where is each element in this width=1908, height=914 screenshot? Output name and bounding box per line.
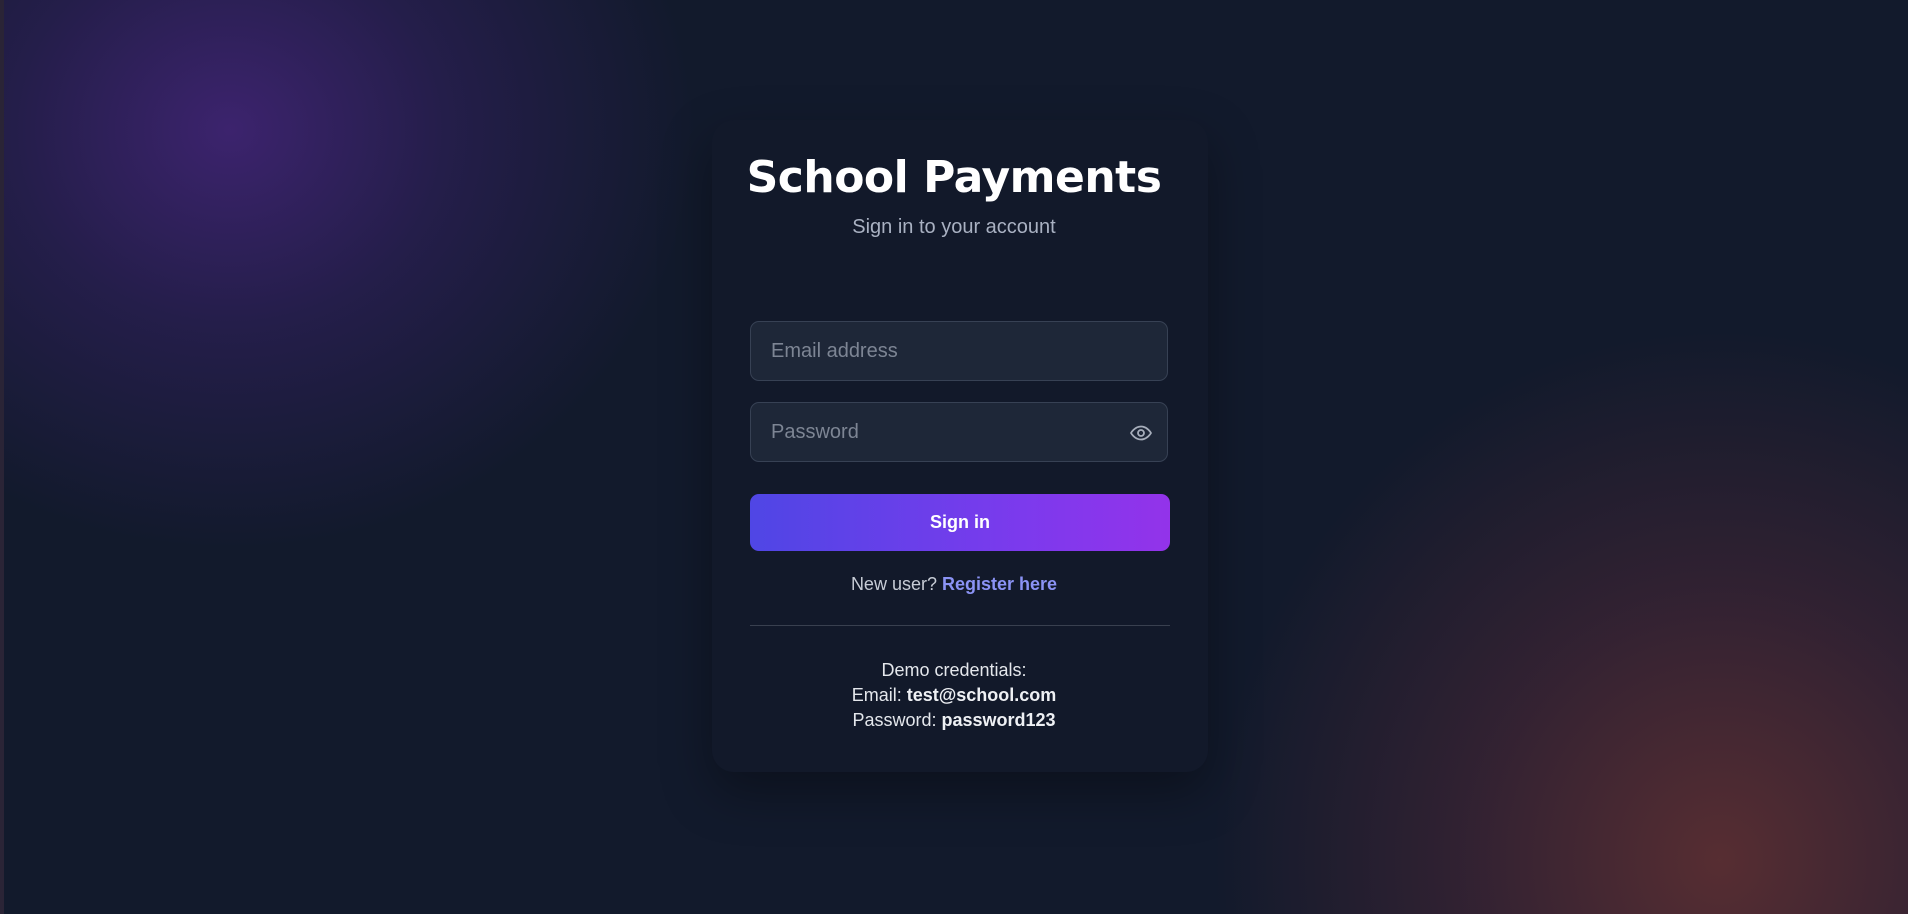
demo-email-line: Email: test@school.com (0, 683, 1908, 708)
password-field-container (750, 402, 1168, 462)
email-field-container (750, 321, 1168, 381)
demo-email-label: Email: (851, 685, 902, 705)
register-link[interactable]: Register here (942, 574, 1057, 594)
demo-password-label: Password: (852, 710, 937, 730)
page-title: School Payments (746, 152, 1162, 203)
register-prompt: New user? Register here (0, 572, 1908, 596)
window-edge (0, 0, 4, 914)
email-field[interactable] (751, 322, 1167, 380)
register-prompt-text: New user? (850, 574, 937, 594)
demo-credentials: Demo credentials: Email: test@school.com… (0, 658, 1908, 733)
demo-heading: Demo credentials: (881, 660, 1027, 680)
demo-password-line: Password: password123 (0, 708, 1908, 733)
sign-in-button[interactable]: Sign in (750, 494, 1170, 551)
eye-icon[interactable] (1129, 421, 1153, 445)
password-field[interactable] (751, 403, 1167, 461)
page-subtitle: Sign in to your account (852, 216, 1056, 238)
divider (750, 625, 1170, 626)
demo-email-value: test@school.com (906, 685, 1057, 705)
demo-password-value: password123 (941, 710, 1056, 730)
